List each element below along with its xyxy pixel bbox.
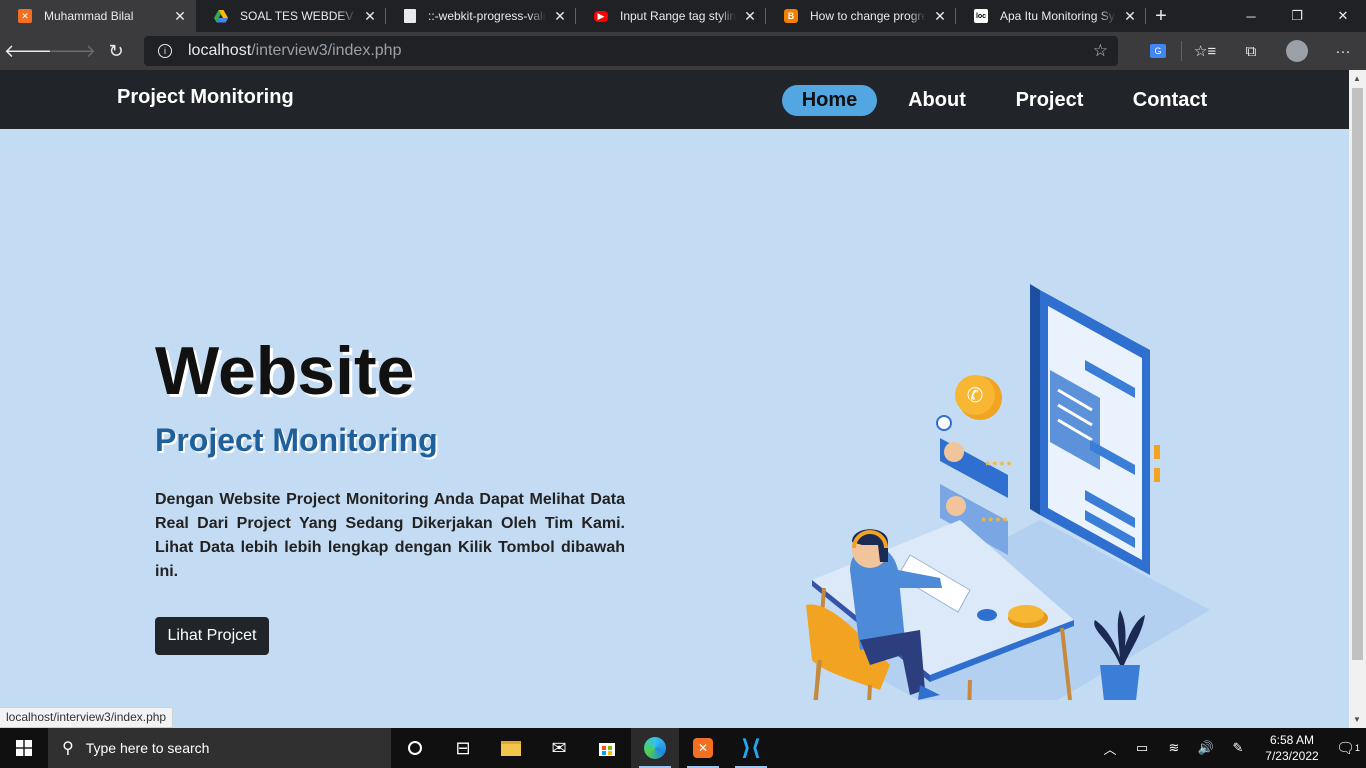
tab-title: Input Range tag styling [620,9,736,23]
restore-button[interactable]: ❐ [1274,0,1320,32]
search-icon: ⚲ [62,740,74,757]
wifi-icon[interactable]: ≋ [1158,728,1190,768]
site-navbar: Project Monitoring Home About Project Co… [0,70,1349,129]
close-tab-icon[interactable]: ✕ [362,8,378,25]
tab-title: SOAL TES WEBDEV DIG [240,9,356,23]
google-drive-icon [214,9,228,23]
svg-text:★★★★: ★★★★ [980,515,1009,524]
browser-tab[interactable]: B How to change progres ✕ [766,0,956,32]
svg-text:✆: ✆ [967,383,984,407]
new-tab-button[interactable]: + [1146,0,1176,32]
clock-date: 7/23/2022 [1265,749,1319,763]
xampp-taskbar-icon[interactable]: ✕ [679,728,727,768]
svg-text:★★★★: ★★★★ [984,459,1013,468]
store-icon[interactable] [583,728,631,768]
youtube-icon: ▶ [594,10,608,22]
toolbar-icons: G ☆≡ ⧉ ··· [1135,32,1366,70]
notification-count: 1 [1355,743,1361,753]
pen-icon[interactable]: ✎ [1222,728,1254,768]
system-tray: ︿ ▭ ≋ 🔊 ✎ 6:58 AM 7/23/2022 🗨 1 [1094,728,1366,768]
browser-tab[interactable]: SOAL TES WEBDEV DIG ✕ [196,0,386,32]
close-tab-icon[interactable]: ✕ [1122,8,1138,25]
window-controls: ─ ❐ ✕ [1228,0,1366,32]
file-explorer-icon[interactable] [487,728,535,768]
scrollbar-thumb[interactable] [1352,88,1363,660]
browser-tab-strip: ✕ Muhammad Bilal ✕ SOAL TES WEBDEV DIG ✕… [0,0,1366,32]
page-viewport: Project Monitoring Home About Project Co… [0,70,1349,728]
forward-button[interactable]: 🡒 [48,32,96,70]
search-placeholder: Type here to search [85,740,210,756]
browser-tab[interactable]: ::-webkit-progress-valu ✕ [386,0,576,32]
reload-button[interactable]: ↻ [94,32,138,70]
cortana-icon[interactable] [391,728,439,768]
vscode-icon[interactable]: ⟩⟨ [727,728,775,768]
info-icon[interactable]: i [158,44,172,58]
view-project-button[interactable]: Lihat Projcet [155,617,269,655]
url-host: localhost [188,42,252,59]
nav-contact[interactable]: Contact [1120,85,1220,116]
task-view-icon[interactable]: ⊟ [439,728,487,768]
collections-icon[interactable]: ⧉ [1228,32,1274,70]
customer-service-illustration: ✆ ★★★★ ★★★★ [806,284,1210,700]
battery-icon[interactable]: ▭ [1126,728,1158,768]
browser-toolbar: 🡐 🡒 ↻ i localhost/interview3/index.php ☆… [0,32,1366,70]
system-clock[interactable]: 6:58 AM 7/23/2022 [1254,732,1330,764]
browser-tab[interactable]: ✕ Muhammad Bilal ✕ [0,0,196,32]
address-bar[interactable]: i localhost/interview3/index.php ☆ [144,36,1118,66]
status-bar-url: localhost/interview3/index.php [0,707,174,728]
nav-project[interactable]: Project [1000,85,1099,116]
hero-title: Website [155,333,415,409]
close-tab-icon[interactable]: ✕ [552,8,568,25]
tab-title: How to change progres [810,9,926,23]
taskbar-search[interactable]: ⚲ Type here to search [48,728,391,768]
chevron-up-icon[interactable]: ︿ [1094,728,1126,768]
more-icon[interactable]: ··· [1320,32,1366,70]
volume-icon[interactable]: 🔊 [1190,728,1222,768]
page-scrollbar[interactable]: ▲ ▼ [1349,70,1366,728]
hero-subtitle: Project Monitoring [155,422,438,458]
windows-icon [16,740,32,756]
mail-icon[interactable]: ✉ [535,728,583,768]
loc-icon: loc [974,9,988,23]
document-icon [404,9,416,23]
scroll-down-icon[interactable]: ▼ [1353,715,1361,724]
close-tab-icon[interactable]: ✕ [172,8,188,25]
profile-icon[interactable] [1274,32,1320,70]
notification-center-icon[interactable]: 🗨 1 [1330,728,1366,768]
edge-icon[interactable] [631,728,679,768]
scroll-up-icon[interactable]: ▲ [1353,74,1361,83]
back-button[interactable]: 🡐 [4,32,52,70]
site-brand[interactable]: Project Monitoring [117,86,294,109]
hero-description: Dengan Website Project Monitoring Anda D… [155,491,625,580]
tab-title: Apa Itu Monitoring Syst [1000,9,1116,23]
close-window-button[interactable]: ✕ [1320,0,1366,32]
star-icon[interactable]: ☆ [1093,41,1108,61]
favorites-icon[interactable]: ☆≡ [1182,32,1228,70]
minimize-button[interactable]: ─ [1228,0,1274,32]
xampp-icon: ✕ [18,9,32,23]
clock-time: 6:58 AM [1269,733,1315,747]
start-button[interactable] [0,728,48,768]
nav-about[interactable]: About [893,85,981,116]
translate-icon[interactable]: G [1135,32,1181,70]
tab-title: ::-webkit-progress-valu [428,9,546,23]
close-tab-icon[interactable]: ✕ [742,8,758,25]
url-path: /interview3/index.php [251,42,402,59]
browser-tab[interactable]: ▶ Input Range tag styling ✕ [576,0,766,32]
windows-taskbar: ⚲ Type here to search ⊟ ✉ ✕ ⟩⟨ ︿ ▭ ≋ 🔊 ✎… [0,728,1366,768]
close-tab-icon[interactable]: ✕ [932,8,948,25]
tab-title: Muhammad Bilal [44,9,134,23]
browser-tab[interactable]: loc Apa Itu Monitoring Syst ✕ [956,0,1146,32]
blogger-icon: B [784,9,798,23]
nav-home[interactable]: Home [782,85,877,116]
